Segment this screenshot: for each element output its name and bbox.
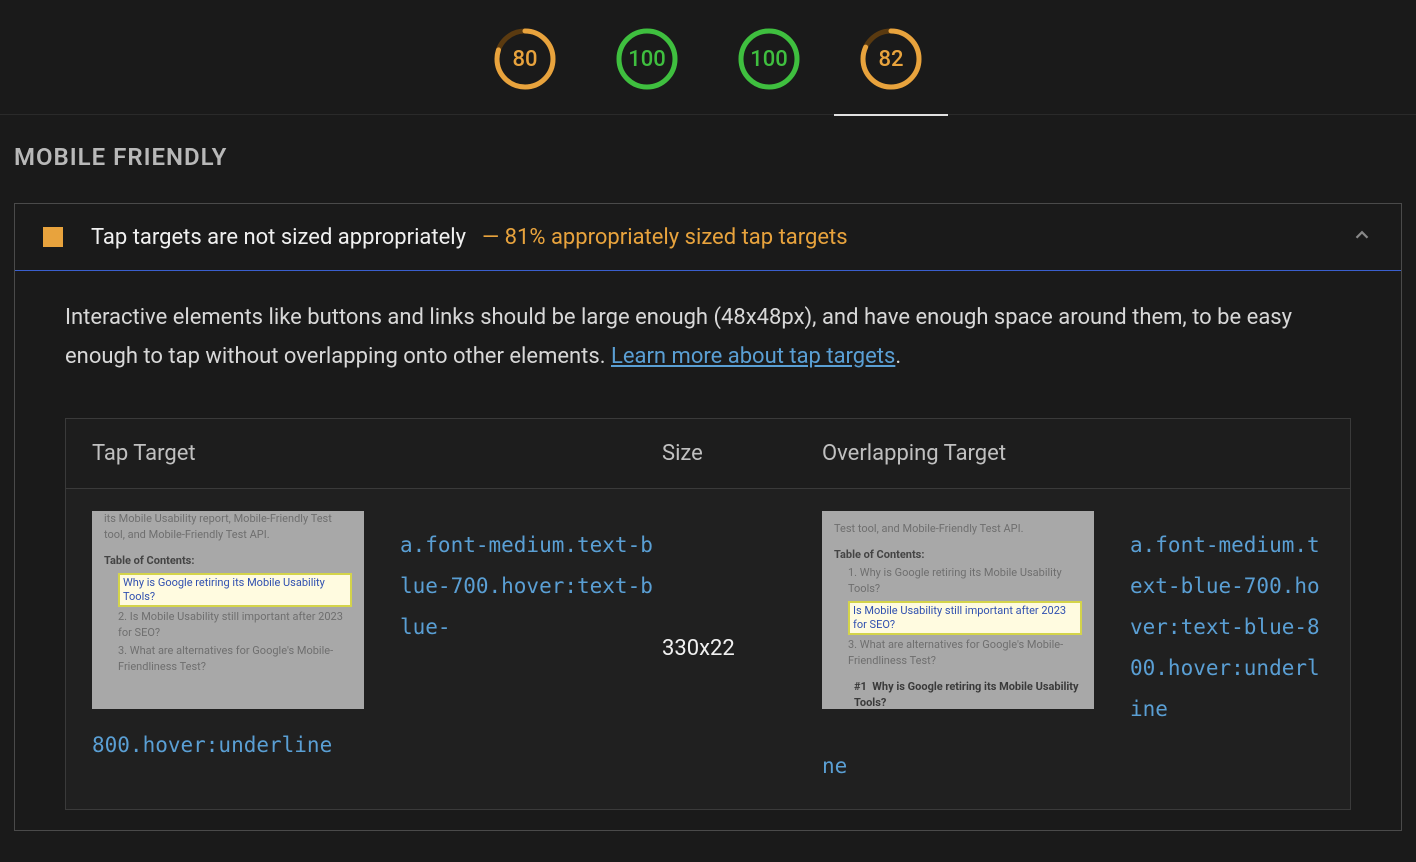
- audit-description: Interactive elements like buttons and li…: [65, 299, 1351, 376]
- score-value: 100: [750, 47, 788, 72]
- audit-table: Tap Target Size Overlapping Target its M…: [65, 418, 1351, 810]
- td-size: 330x22: [662, 511, 822, 787]
- audit-subtitle: — 81% appropriately sized tap targets: [482, 225, 848, 250]
- css-selector: a.font-medium.text-blue-700.hover:text-b…: [1130, 511, 1324, 730]
- audit-desc-post: .: [895, 344, 901, 369]
- css-selector-tail: 800.hover:underline: [92, 725, 662, 766]
- td-overlapping: Test tool, and Mobile-Friendly Test API.…: [822, 511, 1324, 787]
- th-size: Size: [662, 441, 822, 466]
- table-row: its Mobile Usability report, Mobile-Frie…: [66, 489, 1350, 809]
- audit-title: Tap targets are not sized appropriately: [91, 225, 466, 250]
- screenshot-thumbnail: its Mobile Usability report, Mobile-Frie…: [92, 511, 364, 709]
- score-value: 80: [512, 47, 537, 72]
- score-accessibility[interactable]: 100: [616, 28, 678, 90]
- screenshot-thumbnail: Test tool, and Mobile-Friendly Test API.…: [822, 511, 1094, 709]
- warning-icon: [43, 227, 63, 247]
- table-header: Tap Target Size Overlapping Target: [66, 419, 1350, 489]
- css-selector-tail: ne: [822, 746, 1324, 787]
- score-best-practices[interactable]: 100: [738, 28, 800, 90]
- section-title: MOBILE FRIENDLY: [14, 143, 1402, 171]
- th-overlapping: Overlapping Target: [822, 441, 1324, 466]
- th-tap-target: Tap Target: [92, 441, 662, 466]
- css-selector: a.font-medium.text-blue-700.hover:text-b…: [400, 511, 662, 648]
- score-bar: 80 100 100 82: [0, 0, 1416, 115]
- chevron-up-icon: [1351, 224, 1373, 250]
- section-mobile-friendly: MOBILE FRIENDLY Tap targets are not size…: [0, 115, 1416, 831]
- score-value: 100: [628, 47, 666, 72]
- score-value: 82: [878, 47, 903, 72]
- score-performance[interactable]: 80: [494, 28, 556, 90]
- score-seo[interactable]: 82: [860, 28, 922, 90]
- learn-more-link[interactable]: Learn more about tap targets: [611, 344, 895, 369]
- audit-panel: Tap targets are not sized appropriately …: [14, 203, 1402, 831]
- audit-header[interactable]: Tap targets are not sized appropriately …: [15, 204, 1401, 271]
- td-tap-target: its Mobile Usability report, Mobile-Frie…: [92, 511, 662, 787]
- audit-body: Interactive elements like buttons and li…: [15, 271, 1401, 830]
